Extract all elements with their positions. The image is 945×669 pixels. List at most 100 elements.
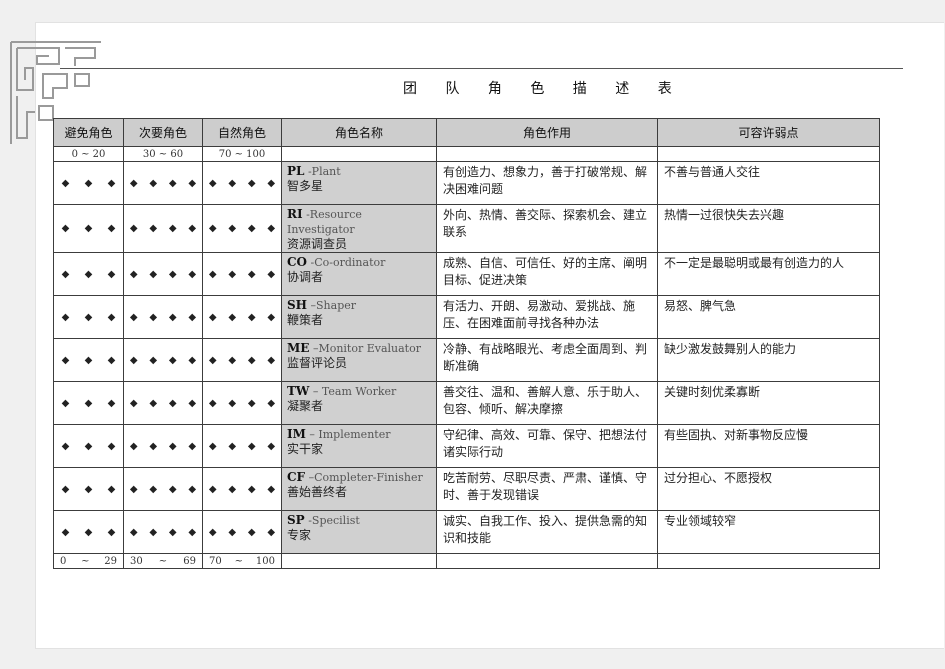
range-part: ~ [234,555,244,567]
diamond-icon: ◆ [107,397,116,409]
natural-score-cell: ◆ ◆ ◆ ◆ [202,252,282,296]
diamond-icon: ◆ [267,397,276,409]
diamond-icon: ◆ [149,483,158,495]
diamond-icon: ◆ [129,223,138,234]
diamond-icon: ◆ [84,483,93,495]
diamond-icon: ◆ [129,526,138,538]
role-weakness-cell: 缺少激发鼓舞别人的能力 [657,338,880,382]
table-row: ◆ ◆ ◆ ◆ ◆ ◆ ◆ ◆ ◆ ◆ ◆ PL -Plant 智多星 有创造力、想象力，善于打破常规、解… [53,161,880,205]
diamond-icon: ◆ [84,397,93,409]
table-row: ◆ ◆ ◆ ◆ ◆ ◆ ◆ ◆ ◆ ◆ ◆ SH –Shaper 鞭策者 有活力、开朗、易激动、爱挑战、施… [53,295,880,339]
avoid-score-cell: ◆ ◆ ◆ [53,161,124,205]
diamond-icon: ◆ [168,354,177,366]
diamond-icon: ◆ [188,397,197,409]
role-name-cell: SP -Specilist 专家 [281,510,437,554]
role-function-cell: 守纪律、高效、可靠、保守、把想法付诸实际行动 [436,424,658,468]
secondary-score-cell: ◆ ◆ ◆ ◆ [123,204,203,253]
diamond-icon: ◆ [208,177,217,189]
diamond-icon: ◆ [208,354,217,366]
avoid-score-cell: ◆ ◆ ◆ [53,252,124,296]
diamond-icon: ◆ [107,268,116,280]
secondary-score-cell: ◆ ◆ ◆ ◆ [123,161,203,205]
role-abbreviation: CO [287,255,308,269]
range-secondary: 30 ~ 60 [123,146,203,162]
role-name-cell: PL -Plant 智多星 [281,161,437,205]
avoid-score-cell: ◆ ◆ ◆ [53,424,124,468]
diamond-icon: ◆ [61,268,70,280]
header-rule [60,68,903,69]
page-title: 团 队 角 色 描 述 表 [403,81,684,97]
range-natural-bottom: 70 ~100 [202,553,282,569]
diamond-icon: ◆ [267,354,276,366]
secondary-score-cell: ◆ ◆ ◆ ◆ [123,338,203,382]
avoid-score-cell: ◆ ◆ ◆ [53,467,124,511]
diamond-icon: ◆ [228,483,237,495]
diamond-icon: ◆ [228,440,237,452]
diamond-icon: ◆ [149,223,158,234]
role-english-name: -Co-ordinator [310,256,386,269]
diamond-icon: ◆ [267,526,276,538]
diamond-icon: ◆ [149,354,158,366]
diamond-icon: ◆ [188,440,197,452]
header-secondary-role: 次要角色 [123,118,203,147]
range-avoid: 0 ~ 20 [53,146,124,162]
role-english-name: -Plant [307,165,341,178]
header-natural-role: 自然角色 [202,118,282,147]
range-part: 70 [209,555,222,567]
role-abbreviation: PL [287,164,305,178]
role-function-cell: 冷静、有战略眼光、考虑全面周到、判断准确 [436,338,658,382]
role-english-name: –Completer-Finisher [308,471,423,484]
role-abbreviation: SP [287,513,305,527]
diamond-icon: ◆ [267,268,276,280]
role-function-cell: 善交往、温和、善解人意、乐于助人、包容、倾听、解决摩擦 [436,381,658,425]
diamond-icon: ◆ [84,354,93,366]
role-weakness-cell: 易怒、脾气急 [657,295,880,339]
diamond-icon: ◆ [129,268,138,280]
table-row: ◆ ◆ ◆ ◆ ◆ ◆ ◆ ◆ ◆ ◆ ◆ CF –Completer-Finisher 善始善终者 吃苦… [53,467,880,511]
range-part: ~ [158,555,168,567]
role-name-cell: ME –Monitor Evaluator 监督评论员 [281,338,437,382]
avoid-score-cell: ◆ ◆ ◆ [53,295,124,339]
diamond-icon: ◆ [188,483,197,495]
role-name-cell: TW – Team Worker 凝聚者 [281,381,437,425]
role-english-name: –Shaper [310,299,357,312]
diamond-icon: ◆ [149,526,158,538]
diamond-icon: ◆ [84,311,93,323]
diamond-icon: ◆ [247,440,256,452]
diamond-icon: ◆ [129,177,138,189]
diamond-icon: ◆ [84,268,93,280]
header-role-name: 角色名称 [281,118,437,147]
role-chinese-name: 资源调查员 [287,237,348,251]
role-chinese-name: 善始善终者 [287,485,348,499]
diamond-icon: ◆ [107,440,116,452]
diamond-icon: ◆ [228,397,237,409]
diamond-icon: ◆ [208,526,217,538]
table-row: ◆ ◆ ◆ ◆ ◆ ◆ ◆ ◆ ◆ ◆ ◆ CO -Co-ordinator 协调者 成熟、自信、可信任、… [53,252,880,296]
diamond-icon: ◆ [208,223,217,234]
diamond-icon: ◆ [61,397,70,409]
role-abbreviation: IM [287,427,306,441]
role-function-cell: 成熟、自信、可信任、好的主席、阐明目标、促进决策 [436,252,658,296]
natural-score-cell: ◆ ◆ ◆ ◆ [202,204,282,253]
diamond-icon: ◆ [228,526,237,538]
diamond-icon: ◆ [107,526,116,538]
role-chinese-name: 协调者 [287,270,324,284]
diamond-icon: ◆ [228,311,237,323]
diamond-icon: ◆ [107,354,116,366]
top-range-row: 0 ~ 20 30 ~ 60 70 ~ 100 [53,146,880,162]
range-part: 69 [183,555,196,567]
diamond-icon: ◆ [61,526,70,538]
diamond-icon: ◆ [107,311,116,323]
role-chinese-name: 鞭策者 [287,313,324,327]
diamond-icon: ◆ [107,483,116,495]
diamond-icon: ◆ [149,397,158,409]
diamond-icon: ◆ [247,397,256,409]
diamond-icon: ◆ [188,311,197,323]
diamond-icon: ◆ [61,440,70,452]
natural-score-cell: ◆ ◆ ◆ ◆ [202,381,282,425]
role-weakness-cell: 不一定是最聪明或最有创造力的人 [657,252,880,296]
table-row: ◆ ◆ ◆ ◆ ◆ ◆ ◆ ◆ ◆ ◆ ◆ IM – Implementer 实干家 守纪律、高效、可靠、… [53,424,880,468]
team-role-table: 避免角色 次要角色 自然角色 角色名称 角色作用 可容许弱点 0 ~ 20 30… [53,118,880,569]
diamond-icon: ◆ [168,397,177,409]
secondary-score-cell: ◆ ◆ ◆ ◆ [123,510,203,554]
